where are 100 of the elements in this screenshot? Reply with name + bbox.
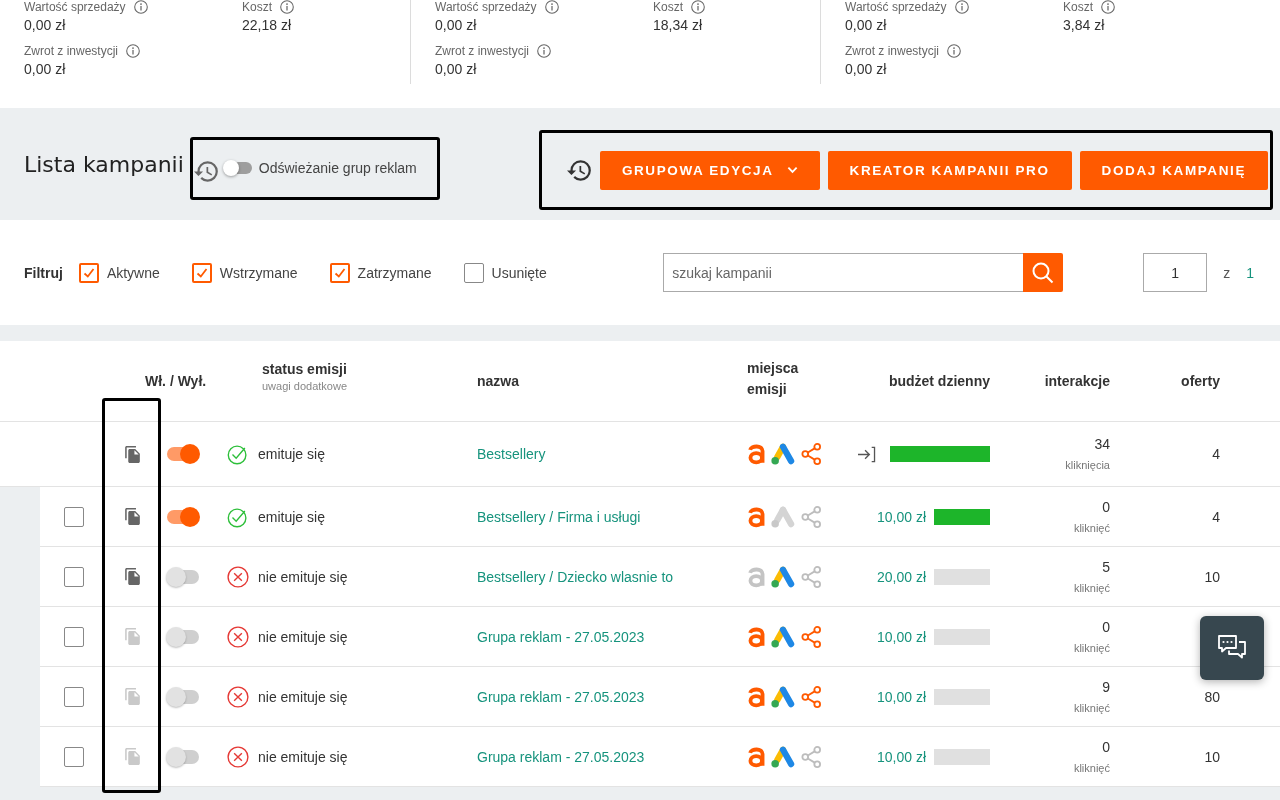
offer-count: 80 xyxy=(1204,688,1220,705)
stat-label: Koszt xyxy=(1063,0,1093,14)
row-checkbox[interactable] xyxy=(64,566,84,587)
stat-label: Zwrot z inwestycji xyxy=(435,44,529,58)
status-toggle[interactable] xyxy=(166,506,200,527)
info-icon[interactable] xyxy=(947,44,961,58)
stat-value: 0,00 zł xyxy=(845,60,887,78)
search-button[interactable] xyxy=(1023,253,1064,292)
click-count: 34 xyxy=(1094,435,1110,453)
info-icon[interactable] xyxy=(954,0,969,14)
campaign-name-link[interactable]: Bestsellery / Firma i usługi xyxy=(477,508,641,525)
info-icon[interactable] xyxy=(691,0,705,14)
info-icon[interactable] xyxy=(537,44,551,58)
toolbar-button[interactable]: GRUPOWA EDYCJA xyxy=(599,150,820,190)
stat-value: 0,00 zł xyxy=(435,16,477,34)
info-icon[interactable] xyxy=(544,0,559,14)
copy-icon[interactable] xyxy=(124,508,140,525)
history-icon[interactable] xyxy=(566,159,592,181)
budget-amount: 10,00 zł xyxy=(876,688,926,705)
status-text: nie emituje się xyxy=(258,628,348,645)
filter-checkbox[interactable] xyxy=(78,262,99,283)
click-unit: kliknięć xyxy=(1073,640,1110,656)
row-checkbox[interactable] xyxy=(64,506,84,527)
filter-checkbox[interactable] xyxy=(463,262,484,283)
row-checkbox[interactable] xyxy=(64,626,84,647)
search-field[interactable]: szukaj kampanii xyxy=(663,253,1024,292)
status-toggle[interactable] xyxy=(166,444,200,464)
filter-label: Filtruj xyxy=(24,264,63,281)
info-icon[interactable] xyxy=(126,44,140,58)
stat-label: Wartość sprzedaży xyxy=(845,0,947,14)
column-header: oferty xyxy=(1181,373,1220,389)
status-toggle[interactable] xyxy=(166,626,200,647)
page-input[interactable]: 1 xyxy=(1143,253,1208,292)
campaign-name-link[interactable]: Grupa reklam - 27.05.2023 xyxy=(477,748,645,765)
filter-checkbox[interactable] xyxy=(191,262,212,283)
click-unit: kliknięć xyxy=(1073,760,1110,776)
click-count: 0 xyxy=(1102,617,1110,636)
search-icon xyxy=(1031,260,1056,285)
campaign-name-link[interactable]: Grupa reklam - 27.05.2023 xyxy=(477,628,645,645)
checkbox-label[interactable]: Wstrzymane xyxy=(219,264,298,281)
stat-label: Zwrot z inwestycji xyxy=(845,44,939,58)
status-toggle[interactable] xyxy=(166,686,200,707)
status-toggle[interactable] xyxy=(166,566,200,587)
campaign-name-link[interactable]: Bestsellery xyxy=(477,446,546,462)
budget-amount: 10,00 zł xyxy=(876,628,926,645)
checkbox-label[interactable]: Zatrzymane xyxy=(357,264,432,281)
status-text: nie emituje się xyxy=(258,568,348,585)
checkbox-label[interactable]: Usunięte xyxy=(491,264,547,281)
column-header: budżet dzienny xyxy=(888,373,990,389)
status-text: emituje się xyxy=(258,446,325,462)
offer-count: 10 xyxy=(1204,748,1220,765)
copy-icon[interactable] xyxy=(124,445,140,463)
chevron-down-icon xyxy=(786,166,798,174)
refresh-toggle[interactable] xyxy=(222,160,253,176)
column-header: miejsca emisji xyxy=(747,359,800,399)
status-toggle[interactable] xyxy=(166,746,200,767)
stat-value: 0,00 zł xyxy=(435,60,477,78)
refresh-label: Odświeżanie grup reklam xyxy=(258,160,417,176)
offer-count: 10 xyxy=(1204,568,1220,585)
campaign-name-link[interactable]: Grupa reklam - 27.05.2023 xyxy=(477,688,645,705)
chat-button[interactable] xyxy=(1200,616,1264,680)
copy-icon[interactable] xyxy=(124,568,140,585)
toolbar-button[interactable]: DODAJ KAMPANIĘ xyxy=(1079,150,1268,190)
stat-label: Wartość sprzedaży xyxy=(435,0,537,14)
status-text: nie emituje się xyxy=(258,688,348,705)
click-count: 9 xyxy=(1102,677,1110,696)
offer-count: 4 xyxy=(1212,508,1220,525)
click-count: 0 xyxy=(1102,497,1110,516)
page-title: Lista kampanii xyxy=(24,151,184,177)
checkbox-label[interactable]: Aktywne xyxy=(106,264,160,281)
stat-value: 0,00 zł xyxy=(24,16,66,34)
page-separator: z xyxy=(1223,264,1231,281)
column-header: nazwa xyxy=(477,373,520,389)
column-subheader: uwagi dodatkowe xyxy=(262,379,348,392)
info-icon[interactable] xyxy=(280,0,294,14)
stat-value: 18,34 zł xyxy=(653,16,703,34)
budget-amount: 10,00 zł xyxy=(876,508,926,525)
filter-checkbox[interactable] xyxy=(329,262,350,283)
history-icon[interactable] xyxy=(193,160,219,182)
page-total[interactable]: 1 xyxy=(1246,264,1254,281)
column-header: status emisji xyxy=(262,360,348,377)
info-icon[interactable] xyxy=(1101,0,1115,14)
info-icon[interactable] xyxy=(133,0,148,14)
stat-label: Wartość sprzedaży xyxy=(24,0,126,14)
budget-amount: 10,00 zł xyxy=(876,748,926,765)
column-header: Wł. / Wył. xyxy=(145,373,208,389)
toolbar-button[interactable]: KREATOR KAMPANII PRO xyxy=(827,150,1072,190)
stat-value: 3,84 zł xyxy=(1063,16,1105,34)
row-checkbox[interactable] xyxy=(64,686,84,707)
offer-count: 4 xyxy=(1212,446,1220,462)
campaign-name-link[interactable]: Bestsellery / Dziecko wlasnie to xyxy=(477,568,674,585)
click-unit: kliknięć xyxy=(1073,580,1110,596)
status-text: nie emituje się xyxy=(258,748,348,765)
login-icon[interactable] xyxy=(857,445,876,463)
click-unit: kliknięcia xyxy=(1065,458,1110,473)
click-unit: kliknięć xyxy=(1073,700,1110,716)
budget-amount: 20,00 zł xyxy=(876,568,926,585)
stat-value: 0,00 zł xyxy=(845,16,887,34)
row-checkbox[interactable] xyxy=(64,746,84,767)
column-header: interakcje xyxy=(1044,373,1110,389)
